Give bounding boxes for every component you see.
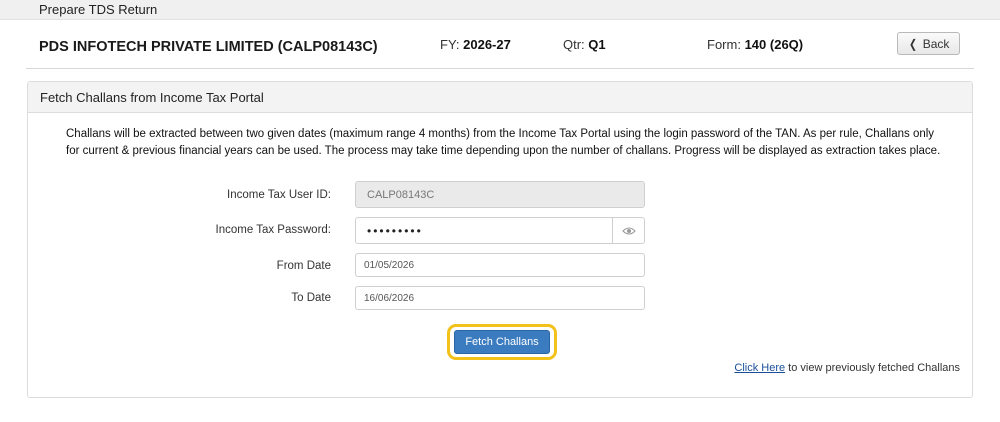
qtr-value: Q1: [588, 37, 606, 52]
fy-value: 2026-27: [463, 37, 511, 52]
chevron-left-icon: ❮: [908, 36, 917, 51]
password-field[interactable]: •••••••••: [355, 217, 645, 244]
fy-info: FY: 2026-27: [440, 37, 511, 52]
panel-description: Challans will be extracted between two g…: [66, 128, 941, 157]
from-date-field[interactable]: 01/05/2026: [355, 253, 645, 277]
panel-title: Fetch Challans from Income Tax Portal: [40, 90, 264, 105]
from-date-value: 01/05/2026: [364, 259, 415, 271]
fetch-challans-button[interactable]: Fetch Challans: [454, 330, 550, 354]
previous-challans-text: to view previously fetched Challans: [785, 362, 960, 374]
to-date-value: 16/06/2026: [364, 292, 415, 304]
form-label: Form:: [707, 37, 741, 52]
panel-header: Fetch Challans from Income Tax Portal: [28, 82, 972, 113]
fetch-challans-panel: Fetch Challans from Income Tax Portal Ch…: [27, 81, 973, 398]
fy-label: FY:: [440, 37, 460, 52]
back-button[interactable]: ❮ Back: [897, 32, 960, 55]
qtr-label: Qtr:: [563, 37, 585, 52]
return-header: PDS INFOTECH PRIVATE LIMITED (CALP08143C…: [26, 20, 974, 69]
form-value: 140 (26Q): [744, 37, 804, 52]
qtr-info: Qtr: Q1: [563, 37, 606, 52]
user-id-field[interactable]: CALP08143C: [355, 181, 645, 208]
page-title: Prepare TDS Return: [39, 2, 158, 17]
form-info: Form: 140 (26Q): [707, 37, 803, 52]
top-bar: Prepare TDS Return: [0, 0, 1000, 20]
password-label: Income Tax Password:: [215, 224, 331, 236]
from-date-label: From Date: [276, 260, 331, 272]
click-here-link[interactable]: Click Here: [734, 362, 785, 374]
back-label: Back: [922, 36, 950, 51]
user-id-value: CALP08143C: [367, 188, 435, 201]
eye-icon[interactable]: [612, 218, 644, 243]
company-name: PDS INFOTECH PRIVATE LIMITED (CALP08143C…: [39, 39, 378, 55]
to-date-label: To Date: [291, 292, 331, 304]
previous-challans-note: Click Here to view previously fetched Ch…: [734, 362, 960, 374]
user-id-label: Income Tax User ID:: [227, 189, 331, 201]
to-date-field[interactable]: 16/06/2026: [355, 286, 645, 310]
password-value: •••••••••: [367, 223, 423, 238]
fetch-button-highlight: Fetch Challans: [447, 324, 557, 360]
